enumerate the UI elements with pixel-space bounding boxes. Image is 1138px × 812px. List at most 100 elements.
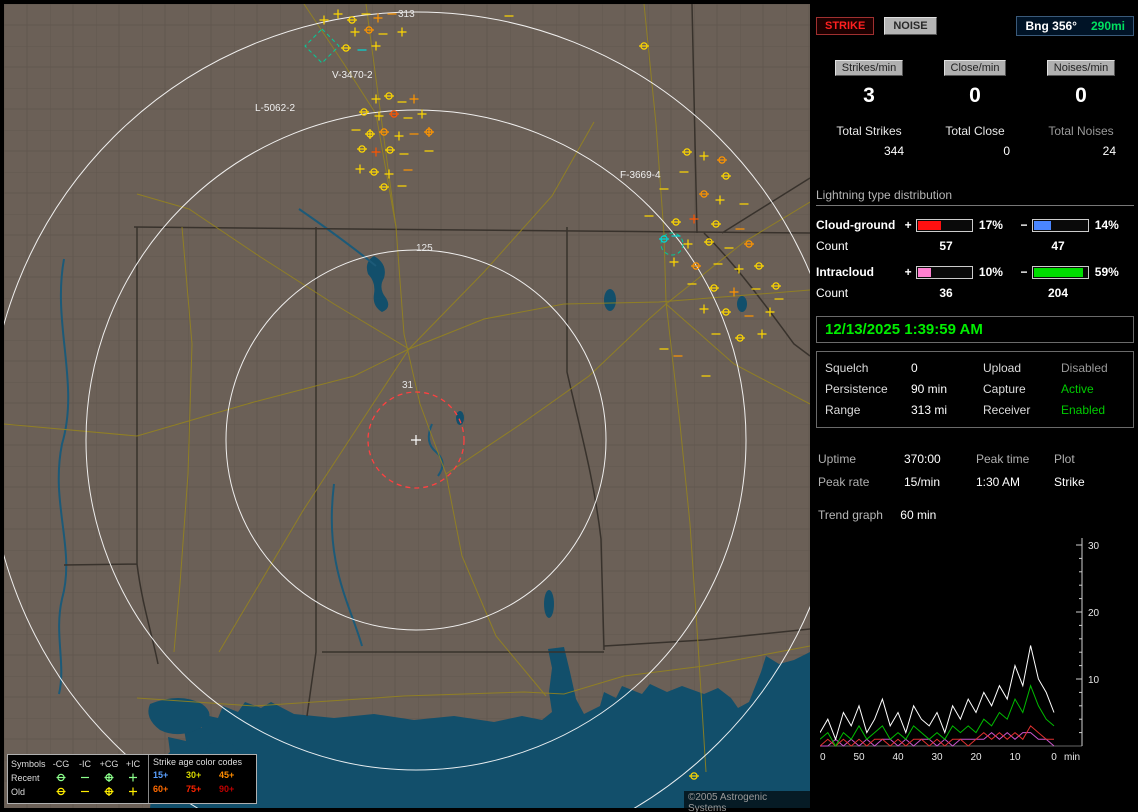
trend-x-tick: 60 [820, 752, 826, 763]
legend-old-label: Old [11, 787, 26, 797]
storm-cell-label: V-3470-2 [332, 70, 373, 81]
stats-box: Uptime 370:00 Peak time Plot Peak rate 1… [816, 448, 1134, 494]
strikes-per-min-value: 3 [863, 84, 875, 107]
cg-negative-count: 47 [1051, 239, 1065, 253]
cg-negative-percent: 14% [1094, 218, 1119, 232]
minus-sign: − [1020, 218, 1028, 232]
legend-col-posCG: +CG [99, 759, 119, 769]
strike-mode-button[interactable]: STRIKE [816, 17, 875, 35]
cg-positive-count: 57 [939, 239, 953, 253]
persistence-value: 90 min [911, 382, 948, 396]
legend-symbol-p [121, 786, 145, 799]
legend-col-negCG: -CG [52, 759, 70, 769]
age-code-90: 90+ [219, 784, 235, 794]
legend-symbol-cm [49, 786, 73, 799]
datetime-display: 12/13/2025 1:39:59 AM [816, 316, 1134, 343]
noises-per-min-button[interactable]: Noises/min [1046, 60, 1116, 76]
cg-positive-percent: 17% [978, 218, 1003, 232]
total-noises-label: Total Noises [1048, 124, 1114, 138]
age-code-45: 45+ [219, 770, 235, 780]
trend-series-cloud-ground [819, 725, 1054, 747]
strikes-per-min-button[interactable]: Strikes/min [834, 60, 904, 76]
upload-label: Upload [983, 361, 1022, 375]
noises-per-min-value: 0 [1075, 84, 1087, 107]
total-strikes-value: 344 [883, 144, 904, 158]
strike-symbol-cm [56, 787, 66, 795]
peak-time-label: Peak time [976, 452, 1030, 466]
peak-rate-label: Peak rate [818, 475, 870, 489]
age-code-60: 60+ [153, 784, 169, 794]
trend-graph-label: Trend graph 60 min [818, 508, 937, 522]
trend-x-tick: 40 [892, 752, 904, 763]
trend-y-tick: 30 [1088, 541, 1100, 552]
range-label: Range [825, 403, 861, 417]
range-ring-label: 313 [398, 9, 415, 20]
total-close-label: Total Close [945, 124, 1005, 138]
bearing-value: Bng 356° [1025, 19, 1077, 33]
map-view[interactable]: 313 125 31 V-3470-2 L-5062-2 F-3669-4 Symbols… [4, 4, 810, 812]
capture-status: Active [1061, 382, 1094, 396]
total-close-value: 0 [1003, 144, 1010, 158]
storm-cell-label: L-5062-2 [255, 103, 295, 114]
legend-age-title: Strike age color codes [153, 757, 243, 767]
strike-symbol-p [129, 773, 137, 781]
ic-positive-count: 36 [939, 286, 953, 300]
strike-symbol-p [129, 787, 137, 795]
app-window: 313 125 31 V-3470-2 L-5062-2 F-3669-4 Symbols… [0, 0, 1138, 812]
strike-symbol-cp [104, 786, 114, 796]
legend-recent-label: Recent [11, 773, 40, 783]
age-code-75: 75+ [186, 784, 202, 794]
age-code-15: 15+ [153, 770, 169, 780]
distribution-title: Lightning type distribution [816, 188, 1134, 206]
cloud-ground-counts: Count 57 47 [816, 239, 1134, 253]
copyright-text: ©2005 Astrogenic Systems [684, 791, 810, 812]
rate-counters: Strikes/min 3 Close/min 0 Noises/min 0 [816, 60, 1134, 108]
uptime-label: Uptime [818, 452, 857, 466]
ic-negative-count: 204 [1047, 286, 1069, 300]
range-ring-label: 125 [416, 243, 433, 254]
close-per-min-value: 0 [969, 84, 981, 107]
range-ring-label: 31 [402, 380, 414, 391]
close-per-min-button[interactable]: Close/min [943, 60, 1007, 76]
peak-rate-value: 15/min [904, 475, 941, 489]
squelch-value: 0 [911, 361, 918, 375]
legend-col-posIC: +IC [125, 759, 141, 769]
intracloud-row: Intracloud + 10% − 59% [816, 265, 1134, 279]
intracloud-label: Intracloud [816, 265, 875, 279]
strike-symbol-cm [56, 773, 66, 781]
storm-cell-label: F-3669-4 [620, 170, 661, 181]
strike-symbol-cp [104, 772, 114, 782]
legend-symbol-p [121, 772, 145, 785]
trend-x-unit: min [1064, 752, 1080, 763]
intracloud-counts: Count 36 204 [816, 286, 1134, 300]
trend-chart: 10 20 30 60 50 40 30 20 10 0 min [814, 530, 1134, 770]
cloud-ground-row: Cloud-ground + 17% − 14% [816, 218, 1134, 232]
range-setting-value: 313 mi [911, 403, 948, 417]
legend-symbol-m [73, 786, 97, 799]
persistence-label: Persistence [825, 382, 888, 396]
trend-series-total-strikes [819, 645, 1055, 741]
trend-x-tick: 0 [1051, 752, 1057, 763]
cg-negative-bar [1031, 218, 1089, 232]
total-strikes-label: Total Strikes [836, 124, 902, 138]
receiver-label: Receiver [983, 403, 1031, 417]
legend-col-negIC: -IC [79, 759, 91, 769]
trend-x-tick: 20 [970, 752, 982, 763]
cg-positive-bar [916, 218, 973, 232]
cloud-ground-label: Cloud-ground [816, 218, 896, 232]
trend-x-tick: 10 [1009, 752, 1021, 763]
trend-y-tick: 10 [1088, 675, 1100, 686]
plot-value: Strike [1054, 475, 1085, 489]
map-legend: Symbols -CG -IC +CG +IC Recent Old Strike a… [7, 754, 257, 804]
range-value: 290mi [1090, 19, 1125, 33]
age-code-30: 30+ [186, 770, 202, 780]
ic-negative-percent: 59% [1094, 265, 1119, 279]
minus-sign: − [1020, 265, 1028, 279]
legend-symbol-m [73, 772, 97, 785]
upload-status: Disabled [1061, 361, 1108, 375]
noise-mode-button[interactable]: NOISE [884, 17, 937, 35]
trend-chart-svg: 10 20 30 60 50 40 30 20 10 0 min [814, 538, 1100, 763]
settings-box: Squelch 0 Upload Disabled Persistence 90… [816, 351, 1134, 428]
peak-time-value: 1:30 AM [976, 475, 1021, 489]
legend-symbols-title: Symbols [11, 759, 46, 769]
